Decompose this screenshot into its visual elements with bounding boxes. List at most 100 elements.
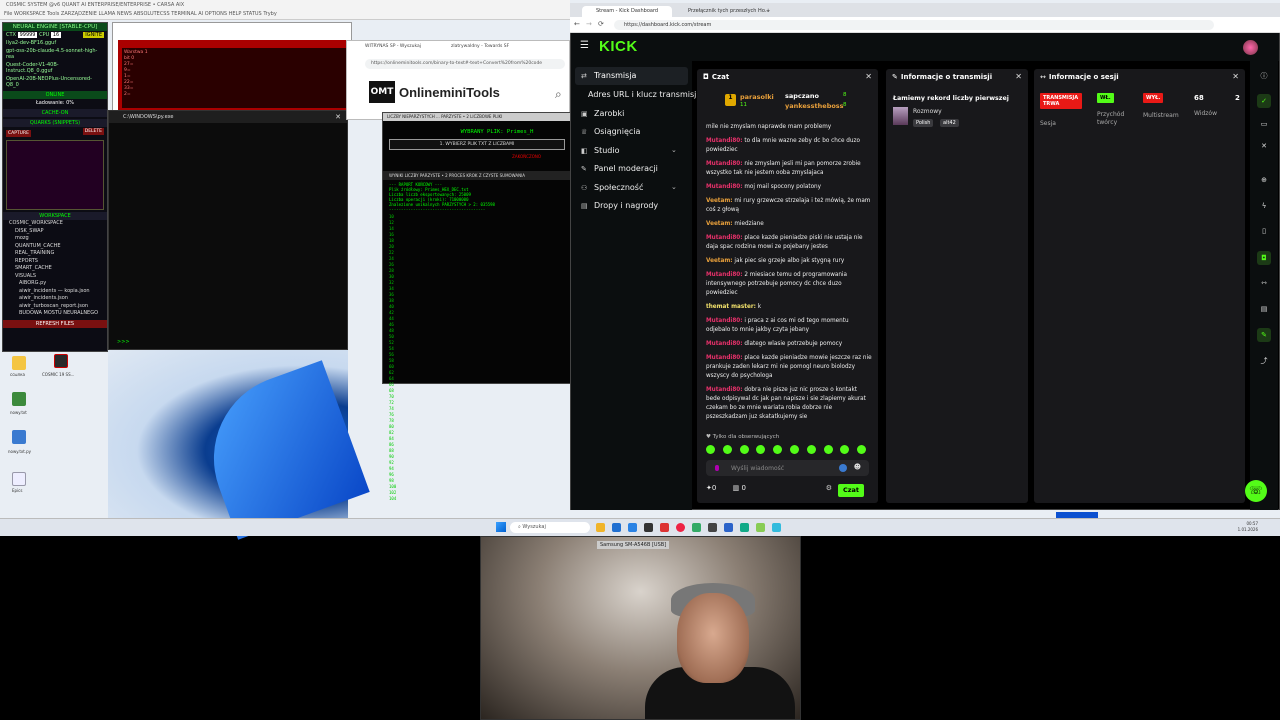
- terminal-icon[interactable]: [644, 523, 653, 532]
- app-icon[interactable]: [692, 523, 701, 532]
- analyzer-tabs[interactable]: WYNIKI LICZBY PARZYSTE • 2 PROCES KROK Z…: [383, 171, 571, 180]
- stream-category[interactable]: Rozmowy: [913, 108, 942, 115]
- start-icon[interactable]: [496, 522, 506, 532]
- stream-tag[interactable]: Polish: [913, 119, 934, 127]
- taskbar-clock[interactable]: 00:57 1.01.2026: [1238, 521, 1258, 533]
- tree-item[interactable]: BUDOWA MOSTU NEURALNEGO: [9, 310, 101, 318]
- sidebar-item-stream-key[interactable]: Adres URL i klucz transmisji: [588, 90, 699, 99]
- tree-item[interactable]: VISUALS: [9, 273, 101, 281]
- reload-icon[interactable]: ⟳: [598, 20, 604, 28]
- emote-icon[interactable]: [773, 445, 783, 454]
- sidebar-item-dropy[interactable]: ▤ Dropy i nagrody: [581, 201, 658, 210]
- sidebar-item-transmisja[interactable]: ⇄ Transmisja: [581, 71, 636, 80]
- support-fab-button[interactable]: ☏: [1245, 480, 1267, 502]
- cpu-input[interactable]: 16: [50, 32, 62, 38]
- python-console-window[interactable]: C:\WINDOWS\py.exe ✕ >>>: [108, 110, 348, 350]
- document-icon[interactable]: [12, 472, 26, 486]
- browser-tab[interactable]: zlatrywaldny - Towards SF: [451, 44, 509, 49]
- share-icon[interactable]: ⤴: [1257, 354, 1271, 368]
- target-icon[interactable]: ⊕: [1257, 173, 1271, 187]
- stream-tag[interactable]: alt42: [940, 119, 959, 127]
- close-icon[interactable]: ✕: [865, 72, 872, 81]
- chat-username[interactable]: themat master:: [706, 304, 756, 310]
- chat-message[interactable]: Mutandi80: moj mail spocony polatony: [706, 183, 872, 192]
- tree-item[interactable]: QUANTUM_CACHE: [9, 243, 101, 251]
- leaderboard-user[interactable]: parasolki: [740, 93, 774, 101]
- browser-tab[interactable]: WITRYNAS SP - Wyszukaj: [365, 44, 421, 49]
- emote-icon[interactable]: [756, 445, 766, 454]
- emote-icon[interactable]: [840, 445, 850, 454]
- text-file-icon[interactable]: [12, 392, 26, 406]
- chat-send-button[interactable]: Czat: [838, 484, 864, 497]
- browser-tab-active[interactable]: Stream - Kick Dashboard: [582, 6, 673, 17]
- tree-item[interactable]: AIBORG.py: [9, 280, 101, 288]
- tree-item[interactable]: REAL_TRAINING: [9, 250, 101, 258]
- model-list-item[interactable]: OpenAI-20B-NEOPlus-Uncensored-Q8_0: [3, 75, 107, 89]
- chat-message[interactable]: Veetam: mi rury grzewcze strzelaja i też…: [706, 197, 872, 215]
- snippets-box[interactable]: [6, 140, 104, 210]
- leaderboard-user[interactable]: yankesstheboss: [785, 102, 844, 110]
- chat-username[interactable]: Mutandi80:: [706, 355, 743, 361]
- ignite-button[interactable]: IGNITE: [83, 32, 104, 38]
- layout-icon[interactable]: ▭: [1257, 117, 1271, 131]
- chat-message[interactable]: Mutandi80: place kazde pieniadze piski n…: [706, 234, 872, 252]
- tree-item[interactable]: aiwir_incidents — kopia.json: [9, 288, 101, 296]
- omt-logo[interactable]: OMT: [369, 81, 395, 103]
- chat-message[interactable]: themat master: k: [706, 303, 872, 312]
- chat-message[interactable]: mile nie zmyslam naprawde mam problemy: [706, 123, 872, 132]
- new-tab-icon[interactable]: +: [762, 6, 774, 17]
- menu-icon[interactable]: ☰: [580, 40, 589, 51]
- omt-address-bar[interactable]: https://onlineminitools.com/binary-to-te…: [365, 59, 565, 69]
- kick-logo[interactable]: KICK: [599, 38, 638, 55]
- chat-message[interactable]: Mutandi80: to dla mnie wazne zeby dc bo …: [706, 137, 872, 155]
- chat-username[interactable]: Mutandi80:: [706, 235, 743, 241]
- chat-message[interactable]: Mutandi80: 2 miesiace temu od programowa…: [706, 271, 872, 298]
- chat-input[interactable]: Wyślij wiadomość ☻: [706, 460, 869, 476]
- app-icon[interactable]: [708, 523, 717, 532]
- address-bar[interactable]: https://dashboard.kick.com/stream: [614, 20, 1214, 30]
- store-icon[interactable]: [612, 523, 621, 532]
- wrench-icon[interactable]: ✎: [1257, 328, 1271, 342]
- chat-message[interactable]: Mutandi80: dlatego wlasie potrzebuje pom…: [706, 340, 872, 349]
- emote-icon[interactable]: [790, 445, 799, 454]
- app-shortcut-icon[interactable]: [54, 354, 68, 368]
- cosmic-app-menu[interactable]: File WORKSPACE Tools ZARZĄDZENIE LLAMA N…: [4, 11, 277, 17]
- tree-item[interactable]: aiwir_incidents.json: [9, 295, 101, 303]
- chat-username[interactable]: Veetam:: [706, 258, 733, 264]
- edge-icon[interactable]: [628, 523, 637, 532]
- app-icon[interactable]: [724, 523, 733, 532]
- tree-item[interactable]: aiwir_turboscan_report.json: [9, 303, 101, 311]
- app-icon[interactable]: [772, 523, 781, 532]
- chat-message[interactable]: Mutandi80: nie zmyslam jesli mi pan pomo…: [706, 160, 872, 178]
- app-icon[interactable]: [660, 523, 669, 532]
- close-icon[interactable]: ✕: [1015, 72, 1022, 81]
- bolt-icon[interactable]: ϟ: [1257, 199, 1271, 213]
- chat-username[interactable]: Veetam:: [706, 221, 733, 227]
- chat-username[interactable]: Mutandi80:: [706, 341, 743, 347]
- chat-username[interactable]: Mutandi80:: [706, 161, 743, 167]
- delete-button[interactable]: DELETE: [82, 128, 104, 135]
- chat-icon[interactable]: ◘: [1257, 251, 1271, 265]
- tree-item[interactable]: mozg: [9, 235, 101, 243]
- sidebar-item-zarobki[interactable]: ▣ Zarobki: [581, 109, 624, 118]
- tree-item[interactable]: SMART_CACHE: [9, 265, 101, 273]
- explorer-icon[interactable]: [596, 523, 605, 532]
- sidebar-item-panel-moderacji[interactable]: ✎ Panel moderacji: [581, 164, 658, 173]
- app-icon[interactable]: [756, 523, 765, 532]
- chat-message[interactable]: Mutandi80: dobra nie pisze juz nic prosz…: [706, 386, 872, 422]
- chat-username[interactable]: Mutandi80:: [706, 272, 743, 278]
- back-icon[interactable]: ←: [574, 20, 580, 28]
- chat-message[interactable]: Mutandi80: i praca z ai cos mi od tego m…: [706, 317, 872, 335]
- model-list-item[interactable]: Quest-Coder-V1-40B-Instruct.Q8_0.gguf: [3, 61, 107, 75]
- server-icon[interactable]: ▤: [1257, 302, 1271, 316]
- stream-title[interactable]: Łamiemy rekord liczby pierwszej: [893, 95, 1009, 102]
- avatar[interactable]: [1243, 40, 1258, 55]
- emote-icon[interactable]: [722, 445, 732, 454]
- sidebar-item-spolecznosc[interactable]: ⚇ Społeczność ⌄: [581, 183, 677, 192]
- chat-message[interactable]: Veetam: jak piec sie grzeje albo jak sty…: [706, 257, 872, 266]
- cache-status[interactable]: CACHE-ON: [3, 109, 107, 117]
- leaderboard-user[interactable]: sapczano: [785, 92, 819, 100]
- emote-icon[interactable]: [823, 445, 833, 454]
- link-icon[interactable]: ⇿: [1257, 276, 1271, 290]
- tree-item[interactable]: REPORTS: [9, 258, 101, 266]
